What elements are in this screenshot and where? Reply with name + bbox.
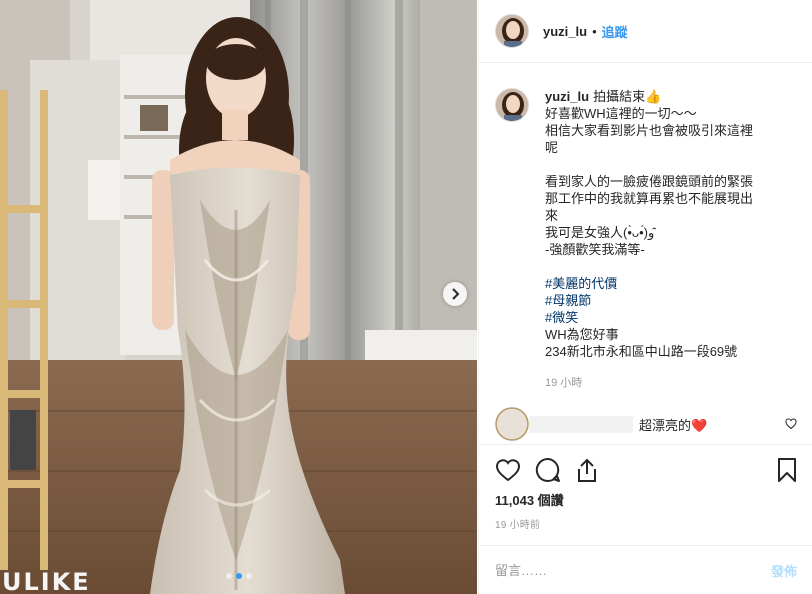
caption: yuzi_lu 拍攝結束👍 好喜歡WH這裡的一切～～ 相信大家看到影片也會被吸引來… bbox=[495, 88, 797, 392]
action-bar bbox=[479, 444, 812, 494]
carousel-dot bbox=[225, 573, 232, 579]
carousel-next-button[interactable] bbox=[443, 282, 467, 306]
post-timestamp[interactable]: 19 小時前 bbox=[495, 516, 540, 531]
photo-image bbox=[0, 0, 477, 594]
photo-watermark: ULIKE bbox=[2, 568, 91, 594]
caption-timestamp[interactable]: 19 小時 bbox=[545, 375, 753, 392]
add-comment-section: 發佈 bbox=[479, 545, 812, 594]
post-header: yuzi_lu • 追蹤 bbox=[479, 0, 812, 63]
caption-line: 好喜歡WH這裡的一切～～ bbox=[545, 106, 697, 121]
caption-line: 來 bbox=[545, 208, 559, 223]
caption-line: 那工作中的我就算再累也不能展現出 bbox=[545, 191, 754, 206]
comment-input[interactable] bbox=[495, 562, 771, 578]
header-separator: • bbox=[592, 23, 597, 39]
post-comment-button[interactable]: 發佈 bbox=[771, 561, 797, 580]
post-side-panel: yuzi_lu • 追蹤 yuzi_lu 拍攝結束👍 好喜歡WH這裡的一切～～ 相… bbox=[478, 0, 812, 594]
like-count[interactable]: 11,043 個讚 bbox=[495, 490, 564, 509]
carousel-dot bbox=[245, 573, 252, 579]
comment-item: 超漂亮的❤️ bbox=[495, 407, 797, 441]
carousel-indicator bbox=[0, 573, 477, 579]
hashtag-link[interactable]: #美麗的代價 bbox=[545, 275, 753, 292]
caption-line: 拍攝結束👍 bbox=[593, 89, 662, 104]
bookmark-icon bbox=[778, 457, 796, 482]
comment-text: 超漂亮的❤️ bbox=[639, 417, 708, 433]
like-button[interactable] bbox=[495, 450, 535, 490]
chevron-right-icon bbox=[452, 288, 460, 300]
comment-button[interactable] bbox=[535, 450, 575, 490]
small-heart-icon[interactable] bbox=[785, 418, 797, 430]
caption-text: yuzi_lu 拍攝結束👍 好喜歡WH這裡的一切～～ 相信大家看到影片也會被吸引來… bbox=[545, 88, 753, 392]
commenter-username-redacted bbox=[529, 415, 633, 433]
share-arrow-icon bbox=[578, 458, 596, 482]
avatar[interactable] bbox=[495, 14, 529, 48]
caption-username[interactable]: yuzi_lu bbox=[545, 89, 589, 104]
caption-line: 我可是女強人(•̀ᴗ•́)و ̑̑ bbox=[545, 225, 658, 240]
heart-outline-icon bbox=[495, 458, 521, 481]
follow-button[interactable]: 追蹤 bbox=[602, 22, 628, 41]
caption-line: 234新北市永和區中山路一段69號 bbox=[545, 344, 738, 359]
comments-area[interactable]: yuzi_lu 拍攝結束👍 好喜歡WH這裡的一切～～ 相信大家看到影片也會被吸引來… bbox=[479, 64, 812, 444]
carousel-dot-active bbox=[235, 573, 242, 579]
commenter-avatar[interactable] bbox=[495, 407, 529, 441]
avatar-image bbox=[495, 407, 529, 441]
caption-line: -強顏歡笑我滿等- bbox=[545, 242, 645, 257]
hashtag-link[interactable]: #微笑 bbox=[545, 309, 753, 326]
caption-avatar[interactable] bbox=[495, 88, 529, 122]
avatar-image bbox=[496, 15, 528, 47]
post-photo[interactable]: ULIKE bbox=[0, 0, 477, 594]
header-username[interactable]: yuzi_lu bbox=[543, 24, 587, 39]
caption-line: 呢 bbox=[545, 140, 559, 155]
avatar-image bbox=[496, 89, 528, 121]
caption-line: 看到家人的一臉疲倦跟鏡頭前的緊張 bbox=[545, 174, 754, 189]
hashtag-link[interactable]: #母親節 bbox=[545, 292, 753, 309]
share-button[interactable] bbox=[575, 450, 615, 490]
caption-line: WH為您好事 bbox=[545, 327, 619, 342]
save-button[interactable] bbox=[757, 450, 797, 490]
caption-line: 相信大家看到影片也會被吸引來這裡 bbox=[545, 123, 754, 138]
speech-bubble-icon bbox=[535, 457, 560, 482]
